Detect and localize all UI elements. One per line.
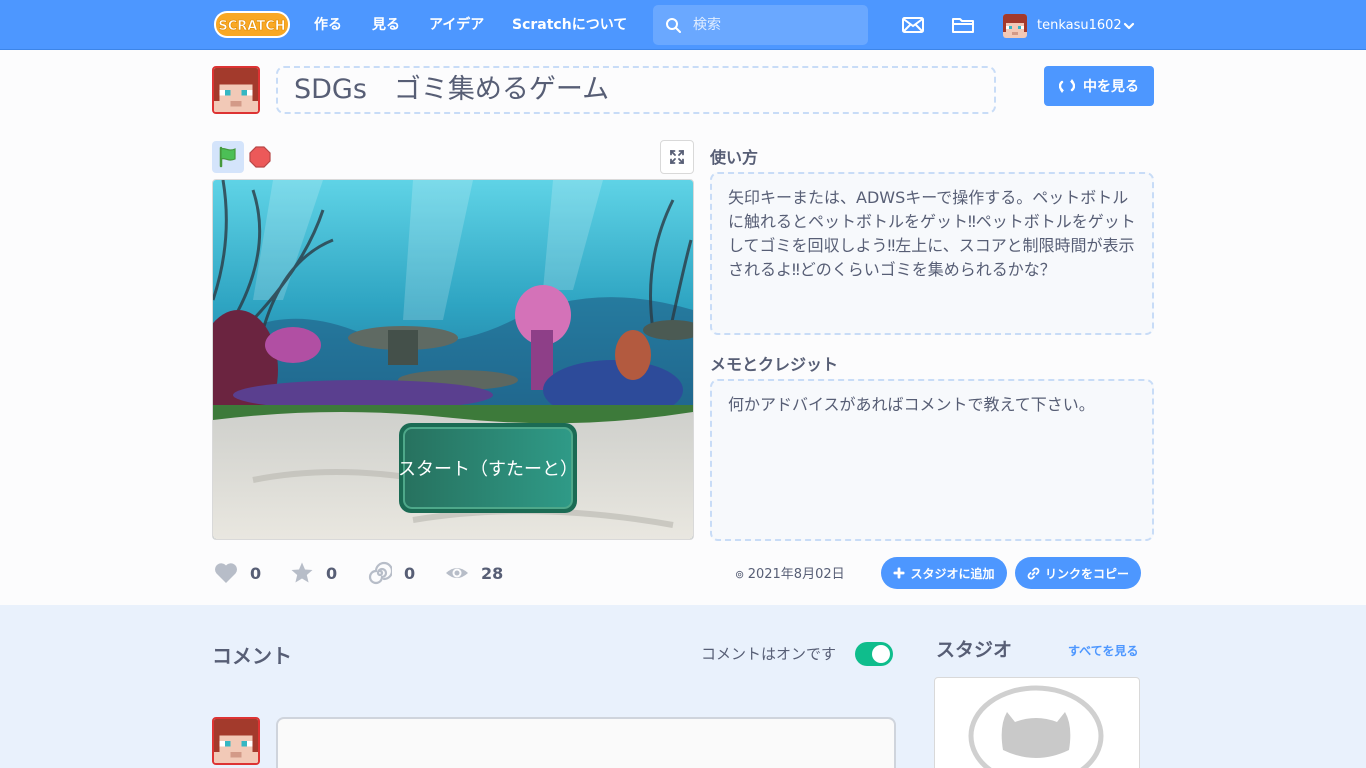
stop-button[interactable] [248, 145, 272, 169]
share-date-icon: ⊚ [735, 568, 748, 581]
nav-link-ideas[interactable]: アイデア [429, 0, 484, 50]
commenter-avatar[interactable] [212, 717, 260, 765]
my-stuff-folder-icon[interactable] [951, 13, 975, 37]
heart-icon [215, 563, 237, 583]
see-inside-button[interactable]: 中を見る [1044, 66, 1154, 106]
plus-icon [893, 567, 905, 579]
add-to-studio-label: スタジオに追加 [910, 566, 995, 581]
studio-cat-placeholder-icon [968, 685, 1104, 768]
see-inside-label: 中を見る [1083, 79, 1139, 95]
credits-text[interactable]: 何かアドバイスがあればコメントで教えて下さい。 [710, 379, 1154, 541]
fullscreen-icon [670, 150, 684, 164]
nav-link-create[interactable]: 作る [314, 0, 342, 50]
comments-status: コメントはオンです [701, 645, 837, 663]
username[interactable]: tenkasu1602 [1037, 0, 1122, 50]
messages-icon[interactable] [901, 13, 925, 37]
stop-sign-icon [249, 146, 271, 168]
add-to-studio-button[interactable]: スタジオに追加 [881, 557, 1007, 589]
remix-spiral-icon [368, 561, 392, 585]
project-stage[interactable]: スタート（すたーと） [212, 179, 694, 540]
green-flag-icon [219, 146, 236, 168]
search-input[interactable] [693, 5, 863, 45]
top-nav: SCRATCH 作る 見る アイデア Scratchについて 検索 tenkas… [0, 0, 1366, 50]
studios-heading: スタジオ [936, 639, 1013, 661]
view-count: 28 [481, 563, 504, 583]
nav-link-explore[interactable]: 見る [372, 0, 400, 50]
remix-arrows-icon [1059, 79, 1075, 93]
share-date: ⊚ 2021年8月02日 [735, 563, 845, 582]
chevron-down-icon[interactable] [1122, 19, 1136, 33]
copy-link-label: リンクをコピー [1044, 566, 1129, 581]
share-date-text: 2021年8月02日 [747, 567, 845, 582]
star-icon [291, 562, 313, 583]
eye-icon [446, 568, 468, 578]
remix-stat: 0 [368, 560, 415, 586]
instructions-text[interactable]: 矢印キーまたは、ADWSキーで操作する。ペットボトルに触れるとペットボトルをゲッ… [710, 172, 1154, 335]
copy-link-button[interactable]: リンクをコピー [1015, 557, 1141, 589]
view-stat: 28 [445, 560, 503, 586]
favorite-stat[interactable]: 0 [290, 560, 337, 586]
instructions-heading: 使い方 [710, 148, 759, 167]
studio-card[interactable] [934, 677, 1140, 768]
scratch-logo[interactable]: SCRATCH [213, 9, 291, 40]
comment-input[interactable] [276, 717, 896, 768]
see-all-studios-link[interactable]: すべてを見る [1068, 642, 1138, 659]
project-title-field[interactable]: SDGs ゴミ集めるゲーム [276, 66, 996, 114]
start-sprite-label: スタート（すたーと） [398, 427, 578, 509]
comments-heading: コメント [212, 644, 292, 668]
favorite-count: 0 [326, 563, 338, 583]
green-flag-button[interactable] [212, 141, 244, 173]
start-button-sprite[interactable]: スタート（すたーと） [398, 423, 578, 513]
comments-toggle[interactable] [855, 642, 893, 666]
love-count: 0 [250, 563, 262, 583]
user-avatar[interactable] [1003, 14, 1027, 38]
love-stat[interactable]: 0 [214, 560, 261, 586]
nav-link-about[interactable]: Scratchについて [512, 0, 627, 50]
credits-heading: メモとクレジット [710, 355, 839, 374]
fullscreen-button[interactable] [660, 140, 694, 174]
toggle-knob [872, 645, 890, 663]
owner-avatar[interactable] [212, 66, 260, 114]
remix-count: 0 [404, 563, 416, 583]
search-icon [666, 18, 681, 33]
search-box[interactable] [653, 5, 868, 45]
logo-text: SCRATCH [218, 19, 285, 34]
link-icon [1027, 567, 1040, 579]
